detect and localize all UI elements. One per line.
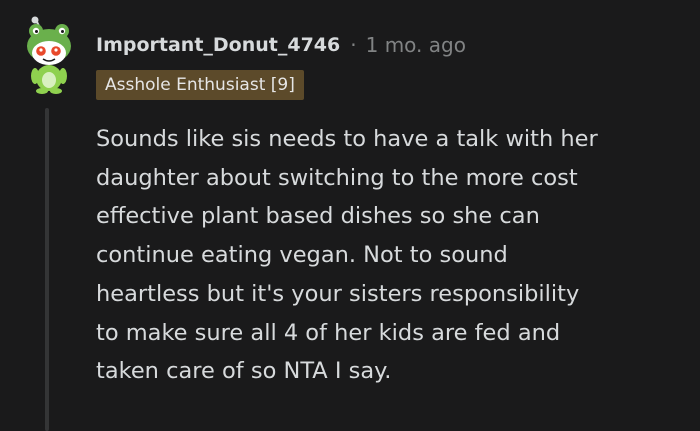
user-flair: Asshole Enthusiast [9] [96,70,304,100]
username-link[interactable]: Important_Donut_4746 [96,34,340,56]
comment: Important_Donut_4746 · 1 mo. ago Asshole… [0,0,700,431]
comment-timestamp[interactable]: 1 mo. ago [366,33,466,57]
comment-text-line: continue eating vegan. Not to sound [96,242,508,269]
comment-body: Sounds like sis needs to have a talk wit… [96,120,686,391]
comment-text-line: Sounds like sis needs to have a talk wit… [96,126,598,152]
comment-header: Important_Donut_4746 · 1 mo. ago [96,28,466,62]
comment-text-line: taken care of so NTA I say. [96,358,392,385]
comment-text-line: effective plant based dishes so she can [96,203,540,230]
meta-separator: · [350,33,357,57]
comment-text-line: daughter about switching to the more cos… [96,164,578,191]
thread-collapse-line[interactable] [45,108,49,431]
user-avatar[interactable] [22,16,80,94]
comment-text-line: heartless but it's your sisters responsi… [96,280,580,307]
snoo-frog-hat-icon [27,16,71,94]
comment-text-line: to make sure all 4 of her kids are fed a… [96,319,561,346]
